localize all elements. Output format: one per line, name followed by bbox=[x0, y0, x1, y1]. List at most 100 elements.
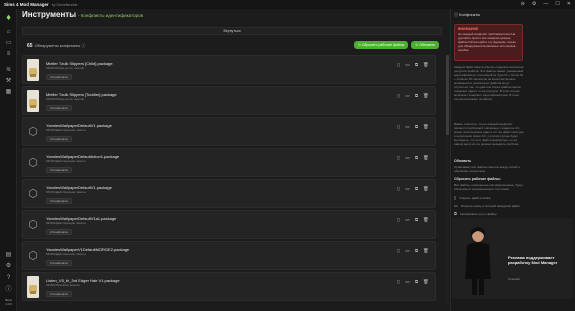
home-icon[interactable]: ⌂ bbox=[4, 29, 13, 36]
info-icon[interactable]: ⓘ bbox=[4, 287, 13, 294]
legend-open-folder: ▭ Открыть папку, в которой находится фай… bbox=[454, 203, 520, 208]
conflict-badge[interactable]: 2 Конфликта bbox=[46, 74, 72, 80]
reset-working-files-button[interactable]: ↻ Сбросить рабочие файлы bbox=[353, 41, 409, 49]
settings-icon[interactable]: ⚙ bbox=[532, 1, 536, 8]
help-icon[interactable]: ? bbox=[4, 275, 13, 282]
conflict-count-label: Обнаружены конфликты ⓘ bbox=[34, 42, 86, 48]
refresh-description: Сравнивает все файлы пакетов между собой… bbox=[454, 165, 520, 173]
page-header: Инструменты - Конфликты идентификаторов bbox=[22, 10, 143, 22]
sidebar: ♦ ⌂ ▭ ≡ ≋ ⚒ ▦ ▤ ⚙ ? ⓘ Beta 1.0.6 bbox=[0, 9, 17, 311]
list-scrollbar[interactable] bbox=[446, 55, 449, 305]
file-icon[interactable]: ▯ bbox=[396, 279, 401, 285]
folder-icon[interactable]: ▭ bbox=[405, 62, 410, 68]
file-path: MODS\Действующие пакеты bbox=[46, 128, 86, 132]
trash-icon[interactable]: 🗑 bbox=[423, 62, 429, 68]
refresh-heading: Обновить bbox=[454, 159, 472, 163]
folder-icon[interactable]: ▭ bbox=[405, 155, 410, 161]
table-row[interactable]: ⬡ YanniesWallpaperDefaultV1a1.package MODS… bbox=[22, 210, 436, 239]
folder-icon[interactable]: ▭ bbox=[405, 279, 410, 285]
minimize-button[interactable]: — bbox=[543, 1, 548, 8]
row-actions: ▯ ▭ ⧉ 🗑 bbox=[396, 62, 428, 68]
conflict-badge[interactable]: 2 Конфликта bbox=[46, 229, 72, 235]
folder-icon[interactable]: ▭ bbox=[405, 186, 410, 192]
reset-description: Все файлы, помеченные как разрешенные, б… bbox=[454, 183, 524, 191]
copy-icon[interactable]: ⧉ bbox=[414, 62, 419, 68]
character-image bbox=[460, 223, 496, 295]
file-path: MODS\Обувь детск. версии bbox=[46, 97, 85, 101]
scrollbar-thumb[interactable] bbox=[446, 55, 449, 135]
file-icon: ▯ bbox=[454, 195, 457, 200]
conflict-badge[interactable]: 2 Конфликта bbox=[46, 167, 72, 173]
conflict-badge[interactable]: 2 Конфликта bbox=[46, 136, 72, 142]
folder-icon[interactable]: ▭ bbox=[405, 248, 410, 254]
package-icon: ⬡ bbox=[28, 250, 38, 262]
conflict-count: 65 bbox=[27, 42, 33, 49]
conflict-badge[interactable]: 2 Конфликта bbox=[46, 291, 72, 297]
settings-icon[interactable]: ⚙ bbox=[4, 263, 13, 270]
profile-icon[interactable]: ⊖ bbox=[521, 1, 525, 8]
ad-thanks: Спасибо bbox=[508, 277, 521, 281]
row-actions: ▯ ▭ ⧉ 🗑 bbox=[396, 124, 428, 130]
conflict-list: Mieller Tzulk Slippers [Child].package MO… bbox=[22, 55, 443, 305]
wrench-icon[interactable]: ⚒ bbox=[4, 78, 13, 85]
copy-icon[interactable]: ⧉ bbox=[414, 186, 419, 192]
file-icon[interactable]: ▯ bbox=[396, 217, 401, 223]
ad-title: Реклама поддерживает разработку Mod Mana… bbox=[508, 255, 558, 265]
stack-icon[interactable]: ≡ bbox=[4, 51, 13, 58]
conflict-badge[interactable]: 2 Конфликта bbox=[46, 198, 72, 204]
mod-thumbnail bbox=[27, 276, 39, 298]
copy-icon[interactable]: ⧉ bbox=[414, 93, 419, 99]
table-row[interactable]: Listen_V5_bl_3rd Edger Hair V1.package MO… bbox=[22, 272, 436, 301]
file-icon[interactable]: ▯ bbox=[396, 155, 401, 161]
folder-icon[interactable]: ▭ bbox=[4, 40, 13, 47]
copy-icon[interactable]: ⧉ bbox=[414, 124, 419, 130]
row-actions: ▯ ▭ ⧉ 🗑 bbox=[396, 155, 428, 161]
trash-icon[interactable]: 🗑 bbox=[423, 279, 429, 285]
copy-icon[interactable]: ⧉ bbox=[414, 248, 419, 254]
file-path: MODS\Обувь детск. версии bbox=[46, 66, 85, 70]
file-icon[interactable]: ▯ bbox=[396, 93, 401, 99]
back-button[interactable]: Вернуться bbox=[22, 27, 442, 35]
conflict-badge[interactable]: 2 Конфликта bbox=[46, 260, 72, 266]
file-icon[interactable]: ▯ bbox=[396, 186, 401, 192]
wifi-icon[interactable]: ≋ bbox=[4, 67, 13, 74]
package-icon: ⬡ bbox=[28, 126, 38, 138]
trash-icon[interactable]: 🗑 bbox=[423, 124, 429, 130]
trash-icon[interactable]: 🗑 bbox=[423, 248, 429, 254]
trash-icon[interactable]: 🗑 bbox=[423, 186, 429, 192]
table-row[interactable]: Mieller Tzulk Slippers [Toddler].package… bbox=[22, 86, 436, 115]
table-row[interactable]: ⬡ YanniesWallpaperV1DefaultMORGE2.package… bbox=[22, 241, 436, 270]
legend-copy-path: ⧉ Скопировать путь к файлу bbox=[454, 211, 497, 216]
table-row[interactable]: Mieller Tzulk Slippers [Child].package MO… bbox=[22, 55, 436, 84]
trash-icon[interactable]: 🗑 bbox=[423, 217, 429, 223]
row-actions: ▯ ▭ ⧉ 🗑 bbox=[396, 248, 428, 254]
close-button[interactable]: ✕ bbox=[567, 1, 571, 8]
copy-icon[interactable]: ⧉ bbox=[414, 279, 419, 285]
refresh-button[interactable]: ↻ Обновить bbox=[411, 41, 439, 49]
trash-icon[interactable]: 🗑 bbox=[423, 155, 429, 161]
conflict-badge[interactable]: 2 Конфликта bbox=[46, 105, 72, 111]
table-row[interactable]: ⬡ YanniesWallpaperDefaultV1.package MODS\Д… bbox=[22, 117, 436, 146]
row-actions: ▯ ▭ ⧉ 🗑 bbox=[396, 93, 428, 99]
table-row[interactable]: ⬡ YanniesWallpaperDefaultV1.package MODS\Д… bbox=[22, 179, 436, 208]
page-title: Инструменты bbox=[22, 10, 77, 19]
file-icon[interactable]: ▯ bbox=[396, 62, 401, 68]
file-icon[interactable]: ▯ bbox=[396, 124, 401, 130]
row-actions: ▯ ▭ ⧉ 🗑 bbox=[396, 217, 428, 223]
copy-icon[interactable]: ⧉ bbox=[414, 155, 419, 161]
ad-banner[interactable]: Реклама поддерживает разработку Mod Mana… bbox=[452, 218, 573, 299]
mod-thumbnail bbox=[27, 90, 39, 112]
grid-icon[interactable]: ▦ bbox=[4, 89, 13, 96]
briefcase-icon[interactable]: ▤ bbox=[4, 252, 13, 259]
file-icon[interactable]: ▯ bbox=[396, 248, 401, 254]
table-row[interactable]: ⬡ YanniesWallpaperDefaultAxlon1.package MO… bbox=[22, 148, 436, 177]
file-path: MODS\Действующие пакеты bbox=[46, 221, 86, 225]
panel-title: Ⓘ Конфликты bbox=[454, 12, 481, 17]
trash-icon[interactable]: 🗑 bbox=[423, 93, 429, 99]
maximize-button[interactable]: ☐ bbox=[555, 1, 559, 8]
folder-icon[interactable]: ▭ bbox=[405, 93, 410, 99]
copy-icon[interactable]: ⧉ bbox=[414, 217, 419, 223]
row-actions: ▯ ▭ ⧉ 🗑 bbox=[396, 279, 428, 285]
folder-icon[interactable]: ▭ bbox=[405, 217, 410, 223]
folder-icon[interactable]: ▭ bbox=[405, 124, 410, 130]
